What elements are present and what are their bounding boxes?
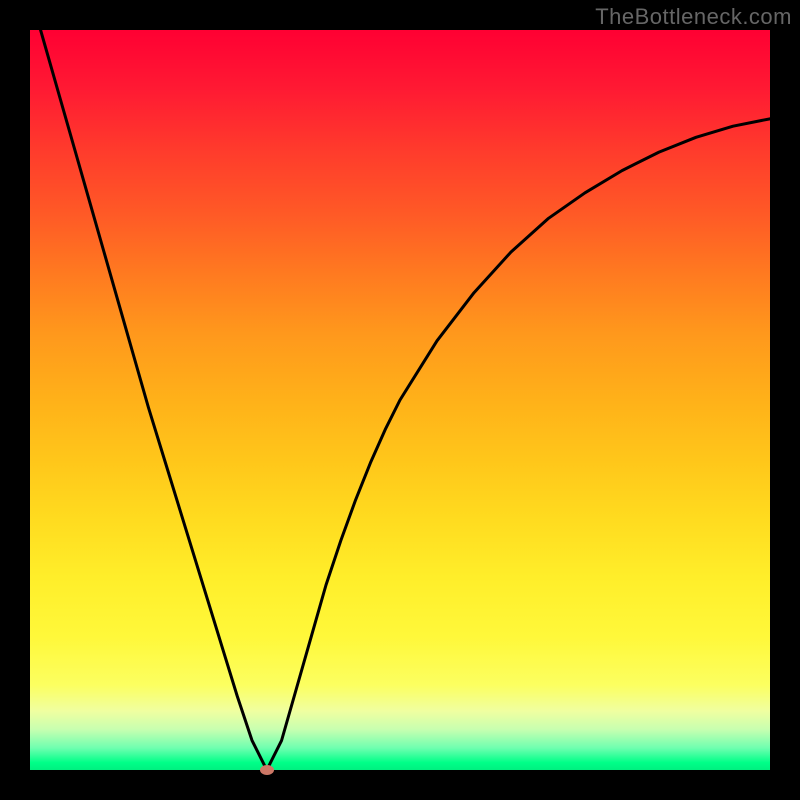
curve-svg [30,30,770,770]
plot-area [30,30,770,770]
minimum-marker [260,765,274,775]
watermark-text: TheBottleneck.com [595,4,792,30]
bottleneck-curve [30,30,770,770]
chart-frame: TheBottleneck.com [0,0,800,800]
